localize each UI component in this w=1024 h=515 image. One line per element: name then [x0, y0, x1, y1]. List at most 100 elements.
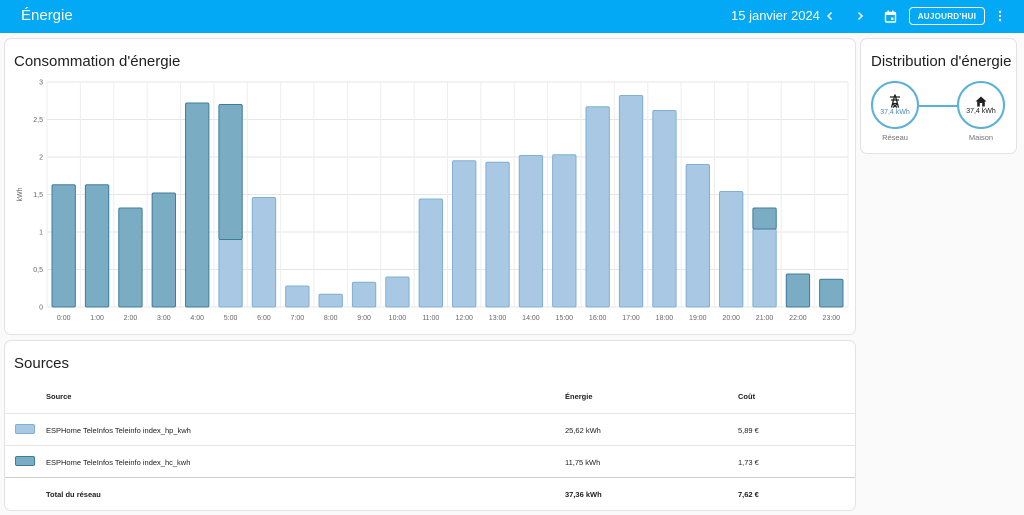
bar-hp — [351, 281, 377, 308]
y-tick-label: 1 — [39, 230, 43, 237]
bar-hp — [618, 95, 644, 308]
bar-hc — [118, 207, 143, 308]
x-tick-label: 15:00 — [556, 315, 574, 322]
x-tick-label: 12:00 — [455, 315, 473, 322]
x-tick-label: 13:00 — [489, 315, 507, 322]
home-node[interactable]: 37,4 kWh — [957, 81, 1005, 129]
home-value: 37,4 kWh — [966, 107, 996, 115]
today-button[interactable]: AUJOURD'HUI — [909, 7, 985, 25]
consumption-card: Consommation d'énergie 0 0,5 1 1,5 2 2,5 3 kWh 0… — [5, 39, 855, 334]
previous-day-button[interactable] — [820, 6, 840, 26]
grid-value: 37,4 kWh — [880, 109, 910, 116]
bar-hp — [251, 197, 277, 308]
total-cost: 7,62 € — [738, 490, 759, 499]
x-tick-label: 0:00 — [57, 315, 71, 322]
distribution-card: Distribution d'énergie 37,4 kWh Réseau 3… — [861, 39, 1016, 153]
source-cost: 5,89 € — [738, 426, 759, 435]
calendar-icon — [884, 10, 896, 23]
y-tick-label: 0,5 — [33, 267, 43, 274]
distribution-title: Distribution d'énergie — [871, 53, 1012, 70]
header-energy: Énergie — [565, 392, 593, 401]
y-tick-label: 0 — [39, 305, 43, 312]
bar-hp — [752, 228, 777, 308]
x-tick-label: 23:00 — [823, 315, 841, 322]
bar-hc — [819, 278, 844, 308]
flow-line — [919, 105, 957, 107]
grid-label: Réseau — [882, 133, 908, 142]
sources-title: Sources — [14, 355, 70, 372]
y-tick-label: 3 — [39, 80, 43, 87]
bar-hp — [518, 155, 544, 308]
total-label: Total du réseau — [46, 490, 101, 499]
top-app-bar: Énergie 15 janvier 2024 AUJOURD'HUI — [0, 0, 1024, 33]
source-cost: 1,73 € — [738, 458, 759, 467]
x-tick-label: 10:00 — [389, 315, 407, 322]
y-tick-label: 2 — [39, 155, 43, 162]
x-tick-label: 4:00 — [190, 315, 204, 322]
table-row: ESPHome TeleInfos Teleinfo index_hp_kwh … — [5, 413, 855, 445]
energy-bar-chart: 0 0,5 1 1,5 2 2,5 3 kWh 0:00 1:00 2:00 3:00 4:00 5:00… — [17, 80, 849, 322]
x-tick-label: 17:00 — [622, 315, 640, 322]
table-row: ESPHome TeleInfos Teleinfo index_hc_kwh … — [5, 445, 855, 477]
x-tick-label: 5:00 — [224, 315, 238, 322]
bar-hp — [285, 285, 310, 308]
more-options-button[interactable] — [990, 6, 1010, 26]
bar-hp — [685, 164, 710, 308]
source-energy: 11,75 kWh — [565, 458, 601, 467]
source-name: ESPHome TeleInfos Teleinfo index_hp_kwh — [46, 426, 191, 435]
transmission-tower-icon — [890, 94, 900, 108]
bar-hp — [385, 276, 410, 308]
next-day-button[interactable] — [850, 6, 870, 26]
chevron-left-icon — [826, 11, 833, 21]
x-tick-label: 21:00 — [756, 315, 774, 322]
bar-hp — [452, 160, 477, 308]
x-tick-label: 8:00 — [324, 315, 338, 322]
header-cost: Coût — [738, 392, 756, 401]
table-total-row: Total du réseau 37,36 kWh 7,62 € — [5, 477, 855, 509]
bar-hc — [185, 102, 210, 308]
x-tick-label: 3:00 — [157, 315, 171, 322]
source-energy: 25,62 kWh — [565, 426, 601, 435]
x-tick-label: 22:00 — [789, 315, 807, 322]
x-tick-label: 9:00 — [357, 315, 371, 322]
header-source: Source — [46, 392, 72, 401]
x-tick-label: 18:00 — [656, 315, 674, 322]
bar-hc — [84, 184, 110, 308]
source-color-swatch — [15, 424, 35, 434]
home-icon — [975, 96, 987, 106]
y-tick-label: 1,5 — [33, 192, 43, 199]
total-energy: 37,36 kWh — [565, 490, 602, 499]
page-title: Énergie — [21, 7, 73, 24]
bar-hp — [719, 191, 744, 308]
bar-hp — [652, 110, 677, 308]
x-tick-label: 14:00 — [522, 315, 540, 322]
bar-hp — [485, 161, 510, 308]
bar-hp — [418, 198, 443, 308]
bar-hc — [752, 207, 777, 230]
bar-hc — [151, 192, 176, 308]
grid-node[interactable]: 37,4 kWh — [871, 81, 919, 129]
current-date: 15 janvier 2024 — [731, 8, 820, 23]
x-tick-label: 1:00 — [90, 315, 104, 322]
bar-hc — [785, 273, 811, 308]
bar-hp — [552, 154, 577, 308]
source-name: ESPHome TeleInfos Teleinfo index_hc_kwh — [46, 458, 191, 467]
bar-hc — [51, 184, 76, 308]
y-tick-label: 2,5 — [33, 117, 43, 124]
more-vert-icon — [998, 10, 1002, 22]
source-color-swatch — [15, 456, 35, 466]
x-tick-label: 6:00 — [257, 315, 271, 322]
date-picker-button[interactable] — [880, 6, 900, 26]
y-axis-label: kWh — [17, 187, 24, 201]
bar-hc — [218, 104, 243, 240]
home-label: Maison — [968, 133, 994, 142]
x-tick-label: 16:00 — [589, 315, 607, 322]
bar-hp — [318, 293, 343, 308]
chevron-right-icon — [857, 11, 864, 21]
bar-hp — [218, 239, 243, 308]
x-tick-label: 20:00 — [722, 315, 740, 322]
x-tick-label: 2:00 — [124, 315, 138, 322]
x-tick-label: 11:00 — [422, 315, 439, 322]
bar-hp — [585, 106, 610, 308]
x-tick-label: 19:00 — [689, 315, 707, 322]
